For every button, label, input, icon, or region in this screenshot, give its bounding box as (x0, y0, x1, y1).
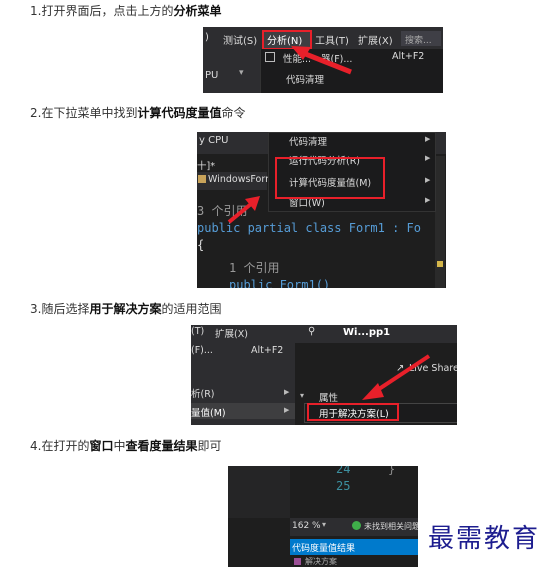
metrics-panel-title: 代码度量值结果 (292, 544, 356, 554)
screenshot-solution-scope: (T) 扩展(X) ⚲ Wi...pp1 (F)... Alt+F2 析(R) … (191, 325, 457, 425)
red-arrow (362, 354, 431, 400)
solution-icon (294, 558, 301, 565)
red-arrow (291, 46, 352, 75)
red-arrow (227, 196, 260, 224)
screenshot-analyze-menu: ) 测试(S) 分析(N) 工具(T) 扩展(X) 搜索... 性能... 器(… (203, 27, 443, 93)
step-4-bold2: 查看度量结果 (125, 439, 198, 453)
screenshot-metrics-command: y CPU 十]* WindowsForm 3 个引用 public parti… (197, 132, 446, 288)
screenshot-metrics-results: 24 25 } 162 % ▾ 未找到相关问题 代码度量值结果 解决方案 (228, 466, 418, 567)
step-4-bold: 窗口 (89, 439, 114, 453)
step-1-bold: 分析菜单 (173, 4, 222, 18)
step-1-text: 1.打开界面后，点击上方的分析菜单 (30, 2, 221, 19)
step-3-pre: 3.随后选择 (30, 302, 90, 316)
step-3-text: 3.随后选择用于解决方案的适用范围 (30, 300, 221, 317)
step-3-bold: 用于解决方案 (89, 302, 162, 316)
bracket-mark: } (388, 466, 396, 476)
zoom-level[interactable]: 162 % (292, 521, 321, 531)
step-4-mid: 中 (113, 439, 126, 453)
step-2-post: 命令 (221, 106, 246, 120)
watermark: 最需教育 (428, 524, 541, 554)
metrics-panel-sub: 解决方案 (305, 557, 337, 566)
step-3-post: 的适用范围 (161, 302, 222, 316)
step-2-pre: 2.在下拉菜单中找到 (30, 106, 138, 120)
status-text: 未找到相关问题 (364, 522, 418, 531)
check-icon (352, 521, 361, 530)
line-number-25: 25 (336, 479, 351, 493)
step-4-pre: 4.在打开的 (30, 439, 90, 453)
step-4-text: 4.在打开的窗口中查看度量结果即可 (30, 437, 222, 454)
step-2-text: 2.在下拉菜单中找到计算代码度量值命令 (30, 104, 245, 121)
step-4-post: 即可 (197, 439, 222, 453)
editor-gutter (228, 466, 290, 518)
step-2-bold: 计算代码度量值 (137, 106, 222, 120)
chevron-down-icon: ▾ (322, 520, 327, 529)
line-number-24: 24 (336, 466, 351, 476)
step-1-pre: 1.打开界面后，点击上方的 (30, 4, 174, 18)
